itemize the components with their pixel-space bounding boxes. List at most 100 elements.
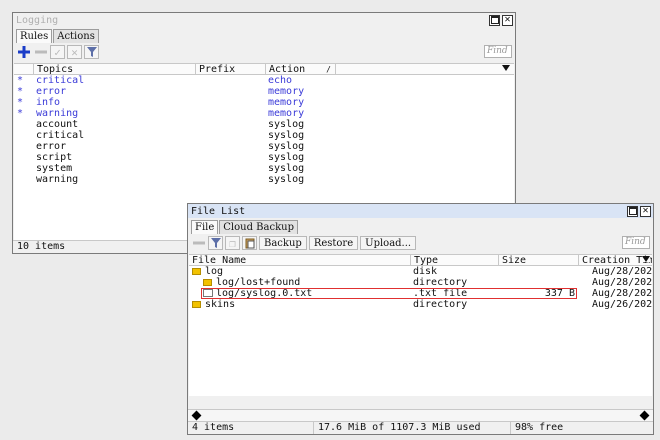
maximize-icon[interactable] <box>489 14 500 26</box>
rule-marker: * <box>17 86 24 97</box>
table-row[interactable]: * info memory <box>14 97 514 108</box>
files-body: log disk Aug/28/2022 log/lost+found director… <box>189 266 652 310</box>
filelist-title: File List <box>191 205 246 217</box>
logging-titlebar[interactable]: Logging ✕ <box>13 13 515 27</box>
disable-icon[interactable]: ✕ <box>67 45 82 59</box>
rule-marker: * <box>17 97 24 108</box>
rule-action: syslog <box>268 163 305 174</box>
close-icon[interactable]: ✕ <box>502 14 513 26</box>
filelist-statusbar: 4 items 17.6 MiB of 1107.3 MiB used 98% … <box>188 421 653 434</box>
sort-icon: / <box>326 65 331 74</box>
table-row[interactable]: log/lost+found directory Aug/28/2022 <box>189 277 652 288</box>
restore-button[interactable]: Restore <box>308 236 359 250</box>
table-header: File Name Type Size Creation Tim <box>189 255 652 266</box>
remove-icon[interactable] <box>33 45 48 59</box>
column-header-size[interactable]: Size <box>499 255 579 266</box>
upload-button[interactable]: Upload... <box>360 236 417 250</box>
file-name: log <box>205 266 224 277</box>
backup-button[interactable]: Backup <box>259 236 307 250</box>
maximize-icon[interactable] <box>627 205 638 217</box>
highlight-box <box>201 288 577 299</box>
logging-toolbar: ✓ ✕ Find <box>13 43 515 61</box>
table-row[interactable]: critical syslog <box>14 130 514 141</box>
filter-icon[interactable] <box>84 45 99 59</box>
disk-free: 98% free <box>515 422 564 433</box>
rule-topics: critical <box>36 130 85 141</box>
find-input[interactable]: Find <box>484 45 512 58</box>
scroll-left-icon[interactable] <box>191 410 202 421</box>
rule-action: syslog <box>268 141 305 152</box>
rule-topics: warning <box>36 174 79 185</box>
file-name: skins <box>205 299 236 310</box>
rule-action: syslog <box>268 174 305 185</box>
add-icon[interactable] <box>16 45 31 59</box>
paste-icon[interactable] <box>242 236 257 250</box>
tab-rules[interactable]: Rules <box>16 29 53 43</box>
close-icon[interactable]: ✕ <box>640 205 651 217</box>
column-menu-header[interactable] <box>336 64 514 75</box>
rule-topics: system <box>36 163 73 174</box>
column-header-prefix[interactable]: Prefix <box>196 64 266 75</box>
rule-action: memory <box>268 108 305 119</box>
filelist-tabs: File Cloud Backup <box>188 220 653 234</box>
rule-action: memory <box>268 97 305 108</box>
table-row[interactable]: account syslog <box>14 119 514 130</box>
rule-action: memory <box>268 86 305 97</box>
table-row[interactable]: * warning memory <box>14 108 514 119</box>
filter-icon[interactable] <box>208 236 223 250</box>
file-created: Aug/28/2022 <box>592 288 652 299</box>
table-row[interactable]: script syslog <box>14 152 514 163</box>
rule-topics: info <box>36 97 61 108</box>
chevron-down-icon[interactable] <box>642 256 650 262</box>
rule-topics: script <box>36 152 73 163</box>
item-count: 4 items <box>188 422 314 434</box>
rule-action: syslog <box>268 130 305 141</box>
folder-icon <box>192 268 201 275</box>
rule-topics: account <box>36 119 79 130</box>
tab-file[interactable]: File <box>191 220 219 234</box>
table-row[interactable]: * error memory <box>14 86 514 97</box>
table-row[interactable]: * critical echo <box>14 75 514 86</box>
rule-topics: critical <box>36 75 85 86</box>
rule-topics: warning <box>36 108 79 119</box>
scroll-right-icon[interactable] <box>639 410 650 421</box>
horizontal-scrollbar[interactable] <box>188 409 653 421</box>
column-header-type[interactable]: Type <box>411 255 499 266</box>
table-row[interactable]: log/syslog.0.txt .txt file Aug/28/2022 337 … <box>189 288 652 299</box>
table-row[interactable]: warning syslog <box>14 174 514 185</box>
column-header-topics[interactable]: Topics <box>34 64 196 75</box>
rules-body: * critical echo * error memory * info memory * war… <box>14 75 514 185</box>
file-type: directory <box>413 277 468 288</box>
file-created: Aug/26/2022 <box>592 299 652 310</box>
file-type: directory <box>413 299 468 310</box>
tab-cloud-backup[interactable]: Cloud Backup <box>219 220 298 234</box>
disk-usage: 17.6 MiB of 1107.3 MiB used <box>314 422 511 434</box>
chevron-down-icon[interactable] <box>502 65 510 71</box>
file-created: Aug/28/2022 <box>592 277 652 288</box>
find-input[interactable]: Find <box>622 236 650 249</box>
filelist-window: File List ✕ File Cloud Backup ❐ Backup R… <box>187 203 654 435</box>
rule-topics: error <box>36 86 67 97</box>
filelist-titlebar[interactable]: File List ✕ <box>188 204 653 218</box>
file-name: log/lost+found <box>216 277 301 288</box>
rule-marker: * <box>17 75 24 86</box>
table-row[interactable]: skins directory Aug/26/2022 <box>189 299 652 310</box>
rule-marker: * <box>17 108 24 119</box>
column-header-action-wrap[interactable]: Action / <box>266 64 336 75</box>
table-row[interactable]: log disk Aug/28/2022 <box>189 266 652 277</box>
tab-actions[interactable]: Actions <box>53 29 99 43</box>
table-row[interactable]: system syslog <box>14 163 514 174</box>
file-table: File Name Type Size Creation Tim log disk… <box>189 254 652 396</box>
file-created: Aug/28/2022 <box>592 266 652 277</box>
folder-icon <box>203 279 212 286</box>
column-header-file-name[interactable]: File Name <box>189 255 411 266</box>
remove-icon[interactable] <box>191 236 206 250</box>
logging-title: Logging <box>16 14 59 26</box>
logging-tabs: Rules Actions <box>13 29 515 43</box>
enable-icon[interactable]: ✓ <box>50 45 65 59</box>
marker-column-header <box>14 64 34 75</box>
column-header-creation-time-wrap[interactable]: Creation Tim <box>579 255 652 266</box>
table-row[interactable]: error syslog <box>14 141 514 152</box>
rule-action: echo <box>268 75 293 86</box>
copy-icon[interactable]: ❐ <box>225 236 240 250</box>
